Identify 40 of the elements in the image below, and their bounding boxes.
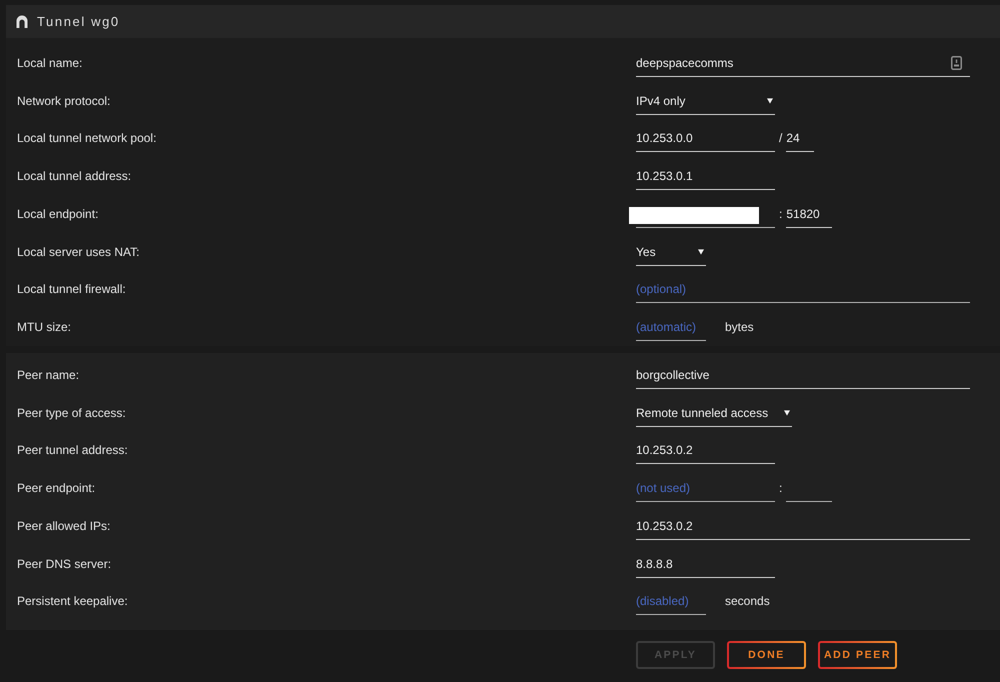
field-label: Persistent keepalive: <box>17 594 128 608</box>
text-field[interactable]: 10.253.0.2 <box>636 512 970 540</box>
field-label: Peer endpoint: <box>17 481 96 496</box>
field-label: Local server uses NAT: <box>17 244 140 259</box>
field-label: Local endpoint: <box>17 206 98 221</box>
text-field[interactable]: 24 <box>786 124 814 152</box>
action-button[interactable]: ADD PEER <box>818 641 897 670</box>
text-field[interactable]: deepspacecomms <box>636 48 970 77</box>
field-label: Local tunnel firewall: <box>17 282 126 296</box>
field-label: Peer DNS server: <box>17 556 112 571</box>
caret-icon <box>784 410 790 416</box>
field-label: Local name: <box>17 56 82 70</box>
text-field[interactable]: 10.253.0.1 <box>636 162 775 190</box>
card-icon[interactable] <box>951 56 962 70</box>
caret-icon <box>767 98 773 104</box>
field-label: Local tunnel address: <box>17 169 132 184</box>
unit-label: bytes <box>725 320 754 334</box>
dropdown[interactable]: Yes <box>636 238 706 266</box>
field-label: Peer type of access: <box>17 406 126 420</box>
field-label: Peer allowed IPs: <box>17 518 110 533</box>
separator-text: / <box>779 131 782 146</box>
field-label: Peer tunnel address: <box>17 443 128 458</box>
text-field[interactable]: 8.8.8.8 <box>636 550 775 578</box>
text-field[interactable]: 51820 <box>786 200 832 228</box>
field-label: Local tunnel network pool: <box>17 131 156 146</box>
caret-icon <box>698 248 704 255</box>
window-title: Tunnel wg0 <box>37 14 120 29</box>
text-field[interactable]: 10.253.0.0 <box>636 124 775 152</box>
field-label: Network protocol: <box>17 94 110 108</box>
separator-text: : <box>779 481 782 496</box>
field-label: MTU size: <box>17 320 71 334</box>
action-button[interactable]: DONE <box>727 641 806 670</box>
separator-text: : <box>779 206 782 221</box>
unit-label: seconds <box>725 594 770 608</box>
text-field[interactable]: 10.253.0.2 <box>636 436 775 464</box>
dropdown[interactable]: Remote tunneled access <box>636 398 792 427</box>
field-label: Peer name: <box>17 368 80 382</box>
text-field[interactable]: borgcollective <box>636 360 970 389</box>
dropdown[interactable]: IPv4 only <box>636 86 775 115</box>
arch-icon <box>16 15 28 28</box>
